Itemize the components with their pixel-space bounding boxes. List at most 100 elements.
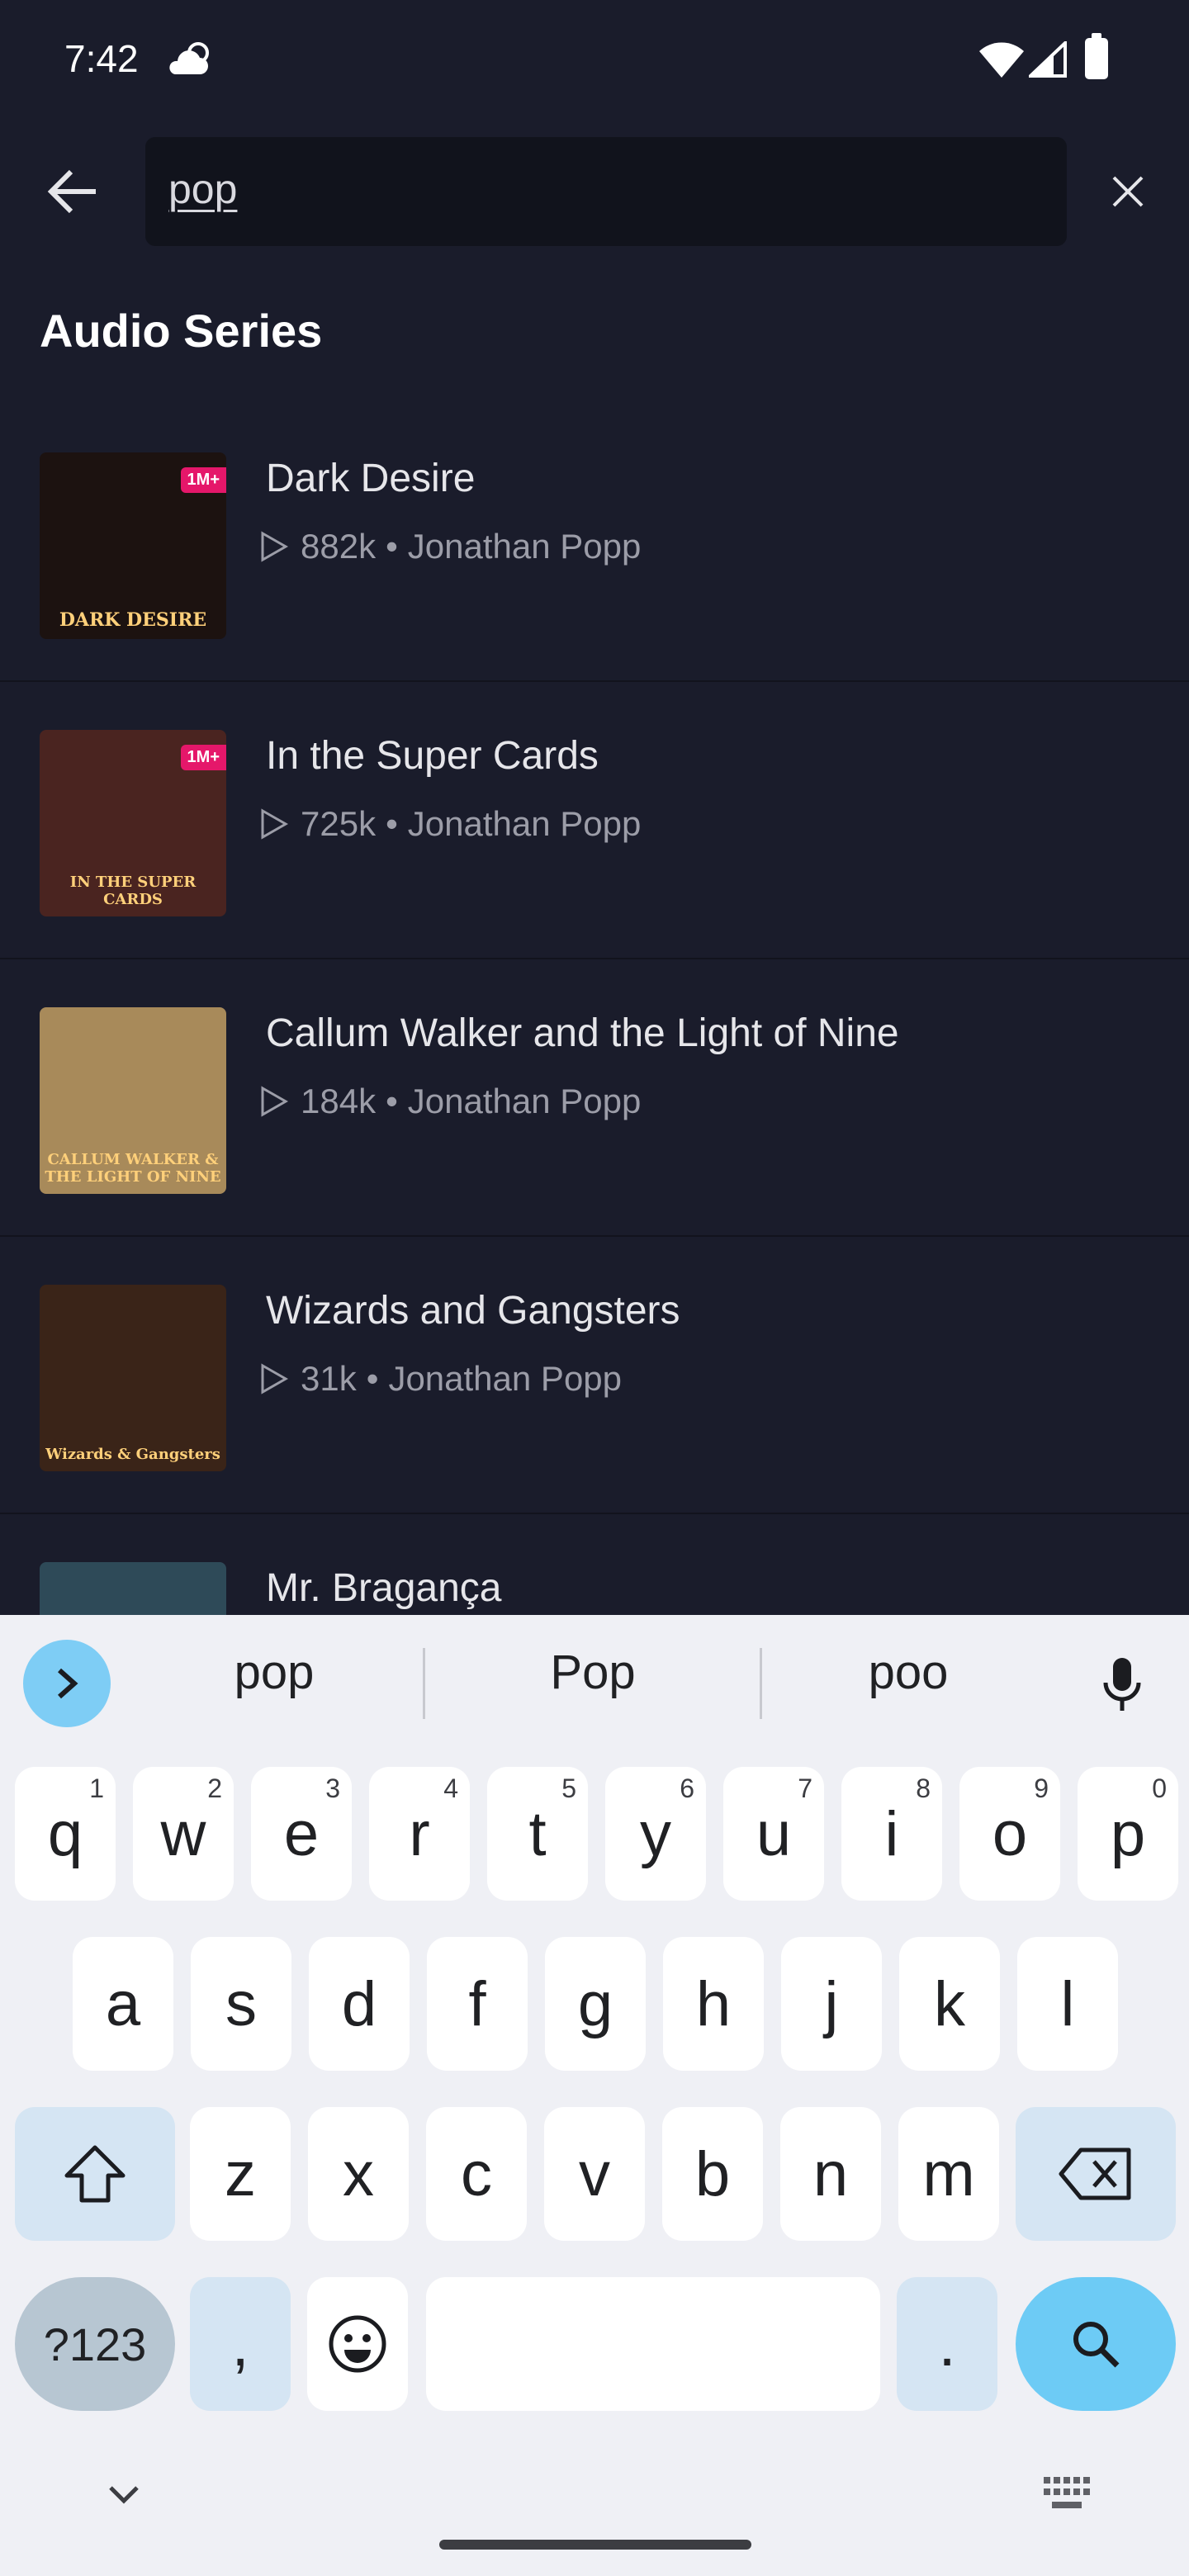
key-a[interactable]: a [73, 1937, 173, 2071]
expand-toolbar-button[interactable] [23, 1640, 111, 1727]
meta-separator: • [386, 804, 398, 843]
key-c[interactable]: c [426, 2107, 527, 2241]
key-label: q [47, 1798, 83, 1869]
play-count: 882k [301, 527, 377, 566]
list-item[interactable]: Wizards & Gangsters Wizards and Gangster… [0, 1237, 1189, 1514]
list-item[interactable]: Mr. Bragança [0, 1514, 1189, 1615]
cover-art-title: DARK DESIRE [59, 609, 207, 631]
search-field[interactable]: pop [145, 137, 1067, 246]
key-d[interactable]: d [309, 1937, 410, 2071]
key-label: z [225, 2138, 256, 2209]
play-count: 184k [301, 1082, 377, 1120]
key-label: v [579, 2138, 610, 2209]
clear-search-button[interactable] [1103, 162, 1153, 221]
wifi-icon [979, 42, 1024, 78]
space-key[interactable] [426, 2277, 880, 2411]
play-count: 31k [301, 1359, 357, 1398]
key-m[interactable]: m [898, 2107, 999, 2241]
key-v[interactable]: v [544, 2107, 645, 2241]
key-l[interactable]: l [1017, 1937, 1118, 2071]
key-y[interactable]: y6 [605, 1767, 706, 1901]
key-t[interactable]: t5 [487, 1767, 588, 1901]
status-bar: 7:42 [0, 0, 1189, 124]
cover-art [40, 1562, 226, 1615]
popularity-badge: 1M+ [180, 745, 226, 770]
key-hint: 2 [207, 1773, 222, 1803]
key-b[interactable]: b [662, 2107, 763, 2241]
key-o[interactable]: o9 [959, 1767, 1060, 1901]
key-label: y [640, 1798, 671, 1869]
item-title: Callum Walker and the Light of Nine [266, 1011, 899, 1055]
key-label: c [461, 2138, 492, 2209]
home-indicator[interactable] [439, 2540, 751, 2550]
meta-separator: • [366, 1359, 379, 1398]
list-item[interactable]: 1M+ IN THE SUPER CARDS In the Super Card… [0, 682, 1189, 959]
key-h[interactable]: h [663, 1937, 764, 2071]
status-time: 7:42 [64, 37, 139, 80]
backspace-icon [1059, 2147, 1131, 2200]
key-z[interactable]: z [190, 2107, 291, 2241]
shift-icon [64, 2145, 126, 2203]
key-n[interactable]: n [780, 2107, 881, 2241]
search-input[interactable]: pop [168, 165, 237, 213]
key-q[interactable]: q1 [15, 1767, 116, 1901]
key-hint: 7 [798, 1773, 812, 1803]
voice-input-button[interactable] [1092, 1648, 1153, 1722]
suggestion-divider [423, 1648, 425, 1719]
key-p[interactable]: p0 [1078, 1767, 1178, 1901]
microphone-icon [1103, 1658, 1141, 1711]
key-label: k [934, 1968, 965, 2039]
key-hint: 3 [325, 1773, 340, 1803]
key-hint: 8 [916, 1773, 931, 1803]
key-label: x [343, 2138, 374, 2209]
suggestion-2[interactable]: Pop [444, 1645, 741, 1700]
key-label: l [1060, 1968, 1075, 2039]
key-label: b [694, 2138, 731, 2209]
key-label: o [992, 1798, 1028, 1869]
key-i[interactable]: i8 [841, 1767, 942, 1901]
comma-key[interactable]: , [190, 2277, 291, 2411]
key-u[interactable]: u7 [723, 1767, 824, 1901]
cover-art-title: CALLUM WALKER & THE LIGHT OF NINE [45, 1151, 221, 1186]
symbols-key[interactable]: ?123 [15, 2277, 175, 2411]
period-key[interactable]: . [897, 2277, 997, 2411]
suggestion-3[interactable]: poo [760, 1645, 1057, 1700]
key-label: f [468, 1968, 486, 2039]
suggestion-1[interactable]: pop [126, 1645, 423, 1700]
key-hint: 9 [1034, 1773, 1049, 1803]
keyboard-switch-icon[interactable] [1042, 2474, 1092, 2515]
item-meta: 725k • Jonathan Popp [258, 804, 641, 844]
key-f[interactable]: f [427, 1937, 528, 2071]
meta-separator: • [386, 527, 398, 566]
key-s[interactable]: s [191, 1937, 291, 2071]
key-g[interactable]: g [545, 1937, 646, 2071]
cover-art: 1M+ DARK DESIRE [40, 452, 226, 639]
key-j[interactable]: j [781, 1937, 882, 2071]
key-x[interactable]: x [308, 2107, 409, 2241]
arrow-back-icon [47, 169, 96, 214]
back-button[interactable] [40, 159, 106, 225]
key-r[interactable]: r4 [369, 1767, 470, 1901]
signal-icon [1029, 41, 1067, 78]
key-w[interactable]: w2 [133, 1767, 234, 1901]
item-meta: 31k • Jonathan Popp [258, 1359, 622, 1399]
backspace-key[interactable] [1016, 2107, 1176, 2241]
list-item[interactable]: 1M+ DARK DESIRE Dark Desire 882k • Jonat… [0, 405, 1189, 682]
section-title: Audio Series [40, 305, 323, 357]
play-icon [261, 808, 289, 840]
hide-keyboard-button[interactable] [99, 2470, 149, 2520]
key-label: r [409, 1798, 430, 1869]
key-k[interactable]: k [899, 1937, 1000, 2071]
cover-art-title: IN THE SUPER CARDS [69, 874, 197, 908]
emoji-key[interactable] [307, 2277, 408, 2411]
key-label: a [105, 1968, 141, 2039]
key-label: h [695, 1968, 732, 2039]
shift-key[interactable] [15, 2107, 175, 2241]
key-e[interactable]: e3 [251, 1767, 352, 1901]
list-item[interactable]: CALLUM WALKER & THE LIGHT OF NINE Callum… [0, 959, 1189, 1237]
key-hint: 1 [89, 1773, 104, 1803]
key-label: j [824, 1968, 839, 2039]
key-label: d [341, 1968, 377, 2039]
search-key[interactable] [1016, 2277, 1176, 2411]
chevron-right-icon [58, 1668, 78, 1699]
